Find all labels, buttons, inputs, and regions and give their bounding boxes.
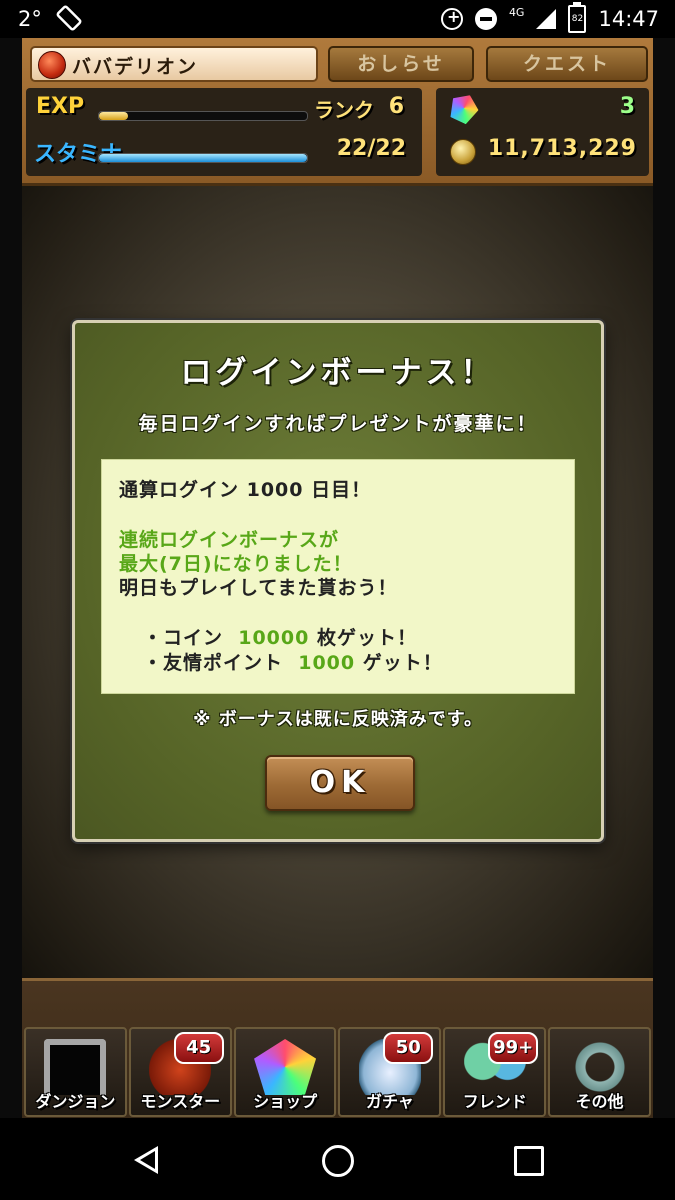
do-not-disturb-icon	[474, 8, 497, 30]
dialog-title: ログインボーナス！	[180, 355, 496, 391]
friend-reward-amount: 1000	[298, 652, 356, 674]
recent-apps-icon[interactable]	[514, 1146, 544, 1176]
back-icon[interactable]	[134, 1146, 158, 1174]
stamina-bar	[98, 153, 308, 163]
top-hud: ババデリオン おしらせ クエスト EXP ランク 6 スタミナ 22/22 3 …	[22, 38, 653, 186]
navigation-bar	[0, 1118, 675, 1200]
menu-label: ガチャ	[365, 1092, 414, 1111]
coin-count: 11,713,229	[487, 136, 637, 161]
menu-label: その他	[575, 1092, 624, 1111]
player-attribute-icon	[38, 51, 66, 79]
magic-stone-icon	[445, 89, 482, 126]
friend-count-badge: 99+	[488, 1032, 539, 1064]
exp-bar-fill	[99, 112, 129, 120]
menu-friend[interactable]: 99+ フレンド	[443, 1027, 547, 1117]
game-screen: ババデリオン おしらせ クエスト EXP ランク 6 スタミナ 22/22 3 …	[22, 38, 653, 1121]
max-days-text: 最大(7日)になりました！	[119, 553, 353, 575]
exp-label: EXP	[36, 94, 85, 119]
currency-panel: 3 11,713,229	[436, 88, 649, 176]
coin-reward-prefix: ・コイン	[143, 627, 239, 649]
rank-label: ランク	[314, 98, 374, 122]
status-bar: 2° 4G 82 14:47	[0, 0, 675, 38]
stamina-bar-fill	[99, 154, 307, 162]
menu-monster[interactable]: 45 モンスター	[128, 1027, 232, 1117]
friend-reward-prefix: ・友情ポイント	[143, 652, 299, 674]
quest-button[interactable]: クエスト	[486, 46, 648, 82]
menu-shop[interactable]: ショップ	[233, 1027, 337, 1117]
coin-icon	[450, 139, 476, 165]
ok-button[interactable]: OK	[265, 755, 415, 811]
consecutive-bonus-text: 連続ログインボーナスが	[119, 529, 340, 551]
dungeon-gate-icon	[44, 1039, 107, 1095]
menu-row: ダンジョン 45 モンスター ショップ 50 ガチャ 99+ フレンド その他	[24, 1027, 651, 1117]
menu-label: ショップ	[253, 1092, 318, 1111]
dialog-subtitle: 毎日ログインすればプレゼントが豪華に！	[138, 413, 538, 435]
bonus-applied-note: ※ ボーナスは既に反映済みです。	[193, 709, 483, 730]
gacha-count-badge: 50	[383, 1032, 434, 1064]
status-icons: 4G 82 14:47	[440, 2, 659, 33]
clock: 14:47	[598, 7, 659, 31]
question-mark-icon	[568, 1039, 631, 1095]
monster-count-badge: 45	[173, 1032, 224, 1064]
stamina-value: 22/22	[336, 136, 406, 161]
news-button[interactable]: おしらせ	[328, 46, 474, 82]
message-box: 通算ログイン 1000 日目！ 連続ログインボーナスが 最大(7日)になりました…	[101, 459, 575, 694]
coin-reward-amount: 10000	[238, 627, 310, 649]
menu-gacha[interactable]: 50 ガチャ	[338, 1027, 442, 1117]
coin-reward-suffix: 枚ゲット！	[309, 627, 417, 649]
menu-other[interactable]: その他	[548, 1027, 651, 1117]
menu-label: フレンド	[462, 1092, 527, 1111]
screen-rotation-icon	[56, 5, 82, 31]
signal-icon	[536, 9, 557, 29]
magic-stone-icon	[254, 1039, 317, 1095]
exp-bar	[98, 111, 308, 121]
player-name: ババデリオン	[72, 56, 199, 78]
battery-icon: 82	[568, 2, 587, 33]
friend-reward-suffix: ゲット！	[355, 652, 443, 674]
bottom-menu: ダンジョン 45 モンスター ショップ 50 ガチャ 99+ フレンド その他	[22, 978, 653, 1121]
magic-stone-count: 3	[619, 94, 635, 119]
friend-reward-line: ・友情ポイント 1000 ゲット！	[143, 648, 443, 675]
stamina-label: スタミナ	[34, 142, 123, 167]
login-bonus-dialog: ログインボーナス！ 毎日ログインすればプレゼントが豪華に！ 通算ログイン 100…	[72, 320, 604, 842]
menu-label: モンスター	[140, 1092, 221, 1111]
coin-reward-line: ・コイン 10000 枚ゲット！	[143, 623, 417, 650]
player-stats-panel: EXP ランク 6 スタミナ 22/22	[26, 88, 422, 176]
total-login-text: 通算ログイン 1000 日目！	[119, 479, 372, 501]
network-type: 4G	[508, 5, 525, 19]
rank-value: 6	[388, 94, 404, 119]
data-saver-icon	[440, 7, 463, 30]
menu-dungeon[interactable]: ダンジョン	[24, 1027, 127, 1117]
player-nameplate[interactable]: ババデリオン	[30, 46, 318, 82]
tomorrow-text: 明日もプレイしてまた貰おう！	[119, 577, 398, 599]
menu-label: ダンジョン	[35, 1092, 116, 1111]
temperature-text: 2°	[18, 7, 42, 31]
home-icon[interactable]	[322, 1145, 354, 1177]
